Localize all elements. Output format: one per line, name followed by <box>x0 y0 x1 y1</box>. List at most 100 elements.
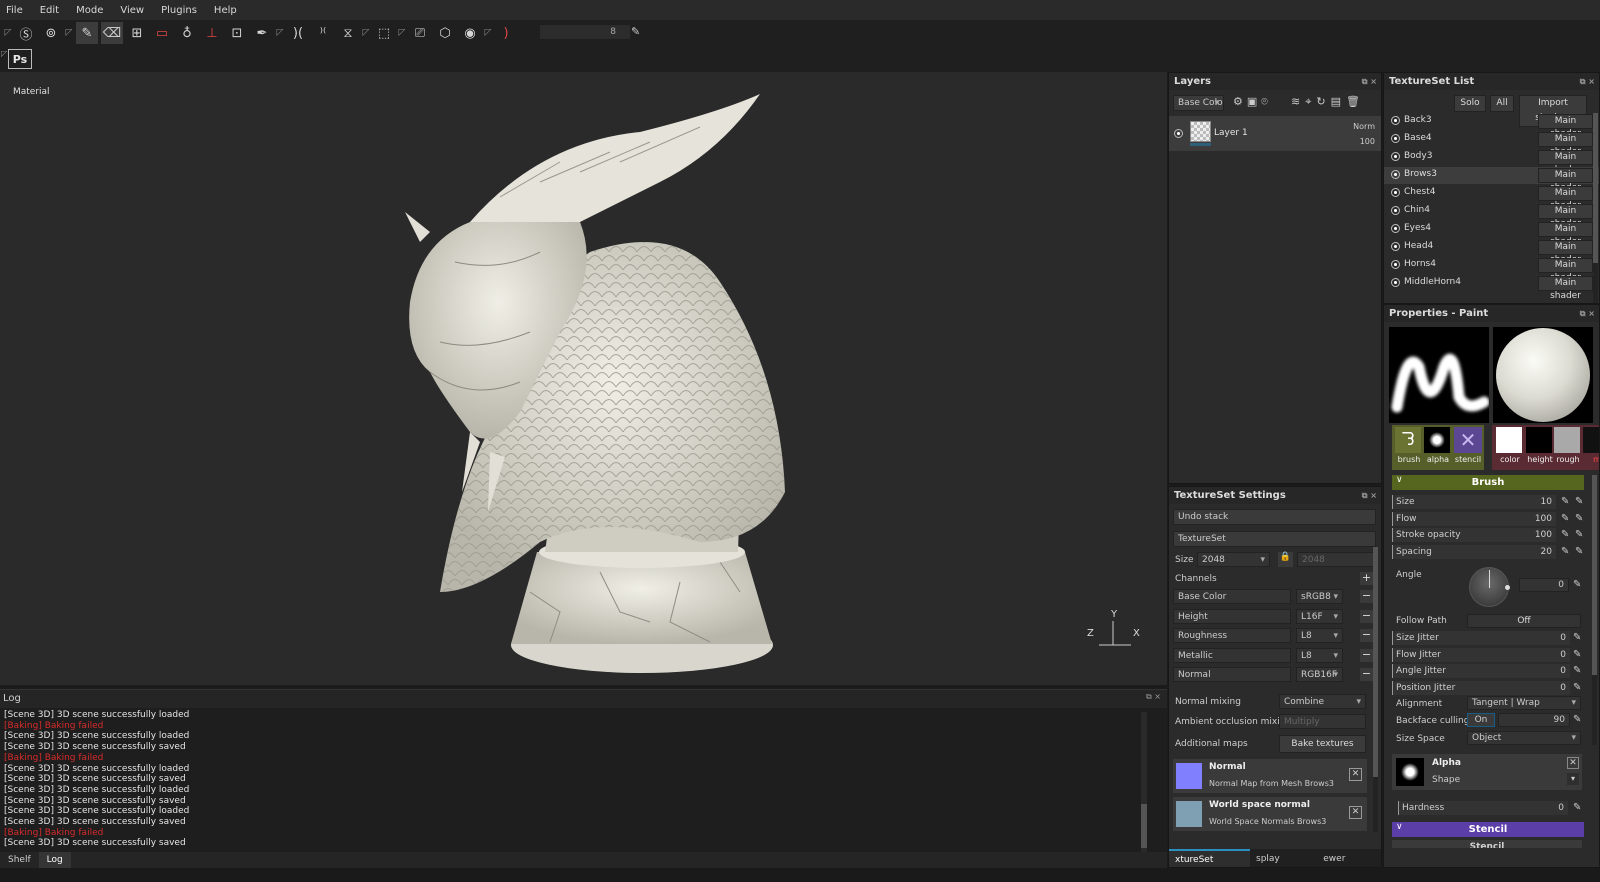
brush-slot-icon[interactable]: ᘊ <box>1395 427 1421 453</box>
textureset-visibility-icon[interactable] <box>1391 152 1400 161</box>
cube-icon[interactable]: ⬡ <box>434 22 456 44</box>
additional-map-row[interactable]: World space normal World Space Normals Br… <box>1173 797 1367 831</box>
jitter-pen-icon[interactable]: ✎ <box>1573 649 1581 660</box>
textureset-visibility-icon[interactable] <box>1391 170 1400 179</box>
symmetry-mirror-icon[interactable]: ⁾⁽ <box>312 22 334 44</box>
textureset-row[interactable]: MiddleHorn4 Main shader <box>1384 275 1599 301</box>
bake-textures-button[interactable]: Bake textures <box>1279 735 1366 753</box>
polygon-fill-icon[interactable]: ▭ <box>151 22 173 44</box>
jitter-pen-icon[interactable]: ✎ <box>1573 682 1581 693</box>
menu-file[interactable]: File <box>6 5 23 16</box>
param-pen-icon[interactable]: ✎ <box>1561 546 1569 557</box>
textureset-settings-scrollbar[interactable] <box>1373 547 1378 832</box>
channel-format-select[interactable]: L8 <box>1296 647 1343 664</box>
add-folder-icon[interactable]: ▤ <box>1331 95 1341 109</box>
substance-logo-icon[interactable]: Ⓢ <box>15 22 37 44</box>
additional-map-row[interactable]: Normal Normal Map from Mesh Brows3 ✕ <box>1173 759 1367 793</box>
textureset-row[interactable]: Horns4 Main shader <box>1384 257 1599 283</box>
textureset-shader-button[interactable]: Main shader <box>1538 168 1593 193</box>
textureset-shader-button[interactable]: Main shader <box>1538 240 1593 265</box>
projection-icon[interactable]: ⊞ <box>126 22 148 44</box>
channel-name-field[interactable]: Normal <box>1173 667 1291 682</box>
alpha-resource-row[interactable]: Alpha Shape ✕ ▾ <box>1392 754 1582 790</box>
eraser-icon[interactable]: ⌫ <box>101 22 123 44</box>
height-slot-icon[interactable] <box>1526 427 1552 453</box>
textureset-visibility-icon[interactable] <box>1391 224 1400 233</box>
layer-opacity[interactable]: 100 <box>1360 137 1375 146</box>
add-fill-layer-icon[interactable]: ≋ <box>1291 95 1300 109</box>
toolbar-slider[interactable]: 8 <box>540 25 630 39</box>
angle-pen-icon[interactable]: ✎ <box>1573 579 1581 590</box>
menu-edit[interactable]: Edit <box>40 5 59 16</box>
textureset-shader-button[interactable]: Main shader <box>1538 132 1593 157</box>
tab-log[interactable]: Log <box>38 852 71 868</box>
size-lock-icon[interactable]: 🔒 <box>1278 552 1293 567</box>
channel-format-select[interactable]: L16F <box>1296 608 1343 625</box>
add-channel-icon[interactable]: + <box>1360 572 1373 585</box>
log-panel-controls-icon[interactable]: ⧉ × <box>1146 692 1161 702</box>
textureset-row[interactable]: Base4 Main shader <box>1384 131 1599 157</box>
screenshot-icon[interactable]: ◉ <box>459 22 481 44</box>
backface-pen-icon[interactable]: ✎ <box>1573 714 1581 725</box>
param-pen-alt-icon[interactable]: ✎ <box>1575 496 1583 507</box>
textureset-shader-button[interactable]: Main shader <box>1538 258 1593 283</box>
param-pen-icon[interactable]: ✎ <box>1561 496 1569 507</box>
channel-format-select[interactable]: L8 <box>1296 628 1343 644</box>
hardness-pen-icon[interactable]: ✎ <box>1573 802 1581 813</box>
photoshop-icon[interactable]: Ps <box>8 49 32 69</box>
backface-culling-toggle[interactable]: On <box>1467 713 1495 727</box>
textureset-shader-button[interactable]: Main shader <box>1538 276 1593 301</box>
symmetry-icon[interactable]: )( <box>287 22 309 44</box>
channel-format-select[interactable]: RGB16F <box>1296 667 1343 683</box>
clone-stamp-icon[interactable]: ⊥ <box>201 22 223 44</box>
toolbar-pen-icon[interactable]: ✎ <box>631 25 640 38</box>
alignment-select[interactable]: Tangent | Wrap <box>1467 696 1581 710</box>
add-paint-layer-icon[interactable]: ⌖ <box>1305 95 1311 109</box>
log-scrollbar[interactable] <box>1141 712 1147 852</box>
ao-mixing-select[interactable]: Multiply <box>1279 714 1366 729</box>
size-select[interactable]: 2048 <box>1197 552 1270 568</box>
backface-culling-value[interactable]: 90 <box>1498 713 1570 727</box>
solo-button[interactable]: Solo <box>1454 95 1486 112</box>
channel-format-select[interactable]: sRGB8 <box>1296 589 1343 605</box>
color-slot-icon[interactable] <box>1496 427 1522 453</box>
menu-view[interactable]: View <box>120 5 144 16</box>
brush-section-header[interactable]: Brush <box>1392 475 1584 490</box>
textureset-row[interactable]: Chin4 Main shader <box>1384 203 1599 229</box>
iray-icon[interactable]: ) <box>495 22 517 44</box>
rough-slot-icon[interactable] <box>1554 427 1580 453</box>
textureset-list-scrollbar[interactable] <box>1593 113 1598 303</box>
add-smart-material-icon[interactable]: ↻ <box>1316 95 1325 109</box>
material-picker-icon[interactable]: ⊡ <box>226 22 248 44</box>
metal-slot-icon[interactable] <box>1583 427 1599 453</box>
properties-scrollbar[interactable] <box>1592 475 1597 745</box>
panel-controls-icon[interactable]: ⧉ × <box>1580 73 1595 90</box>
angle-value-field[interactable]: 0 <box>1519 578 1569 592</box>
brush-param-slider[interactable]: Stroke opacity 100 <box>1392 528 1556 542</box>
param-pen-icon[interactable]: ✎ <box>1561 529 1569 540</box>
alpha-slot-icon[interactable] <box>1424 427 1450 453</box>
textureset-shader-button[interactable]: Main shader <box>1538 204 1593 229</box>
brush-param-slider[interactable]: Flow 100 <box>1392 511 1556 526</box>
param-pen-alt-icon[interactable]: ✎ <box>1575 529 1583 540</box>
map-remove-icon[interactable]: ✕ <box>1349 806 1362 819</box>
follow-path-toggle[interactable]: Off <box>1467 614 1581 628</box>
smudge-icon[interactable]: ♁ <box>176 22 198 44</box>
undo-stack-header[interactable]: Undo stack <box>1173 509 1376 525</box>
jitter-slider[interactable]: Angle Jitter 0 <box>1392 664 1570 678</box>
brush-param-slider[interactable]: Size 10 <box>1392 495 1556 509</box>
camera-icon[interactable]: ⎚ <box>409 22 431 44</box>
textureset-visibility-icon[interactable] <box>1391 116 1400 125</box>
channel-name-field[interactable]: Base Color <box>1173 589 1291 604</box>
param-pen-icon[interactable]: ✎ <box>1561 513 1569 524</box>
normal-mixing-select[interactable]: Combine <box>1279 694 1366 710</box>
textureset-row[interactable]: Back3 Main shader <box>1384 113 1599 139</box>
stencil-collapse-icon[interactable]: ∨ <box>1396 822 1403 832</box>
textureset-row[interactable]: Eyes4 Main shader <box>1384 221 1599 247</box>
remove-channel-icon[interactable]: − <box>1360 629 1373 642</box>
mask-options-icon[interactable]: ⌾ <box>1261 95 1268 109</box>
stencil-section-header[interactable]: Stencil <box>1392 822 1584 837</box>
add-effect-icon[interactable]: ⚙ <box>1233 95 1243 109</box>
textureset-row[interactable]: Head4 Main shader <box>1384 239 1599 265</box>
menu-plugins[interactable]: Plugins <box>161 5 197 16</box>
